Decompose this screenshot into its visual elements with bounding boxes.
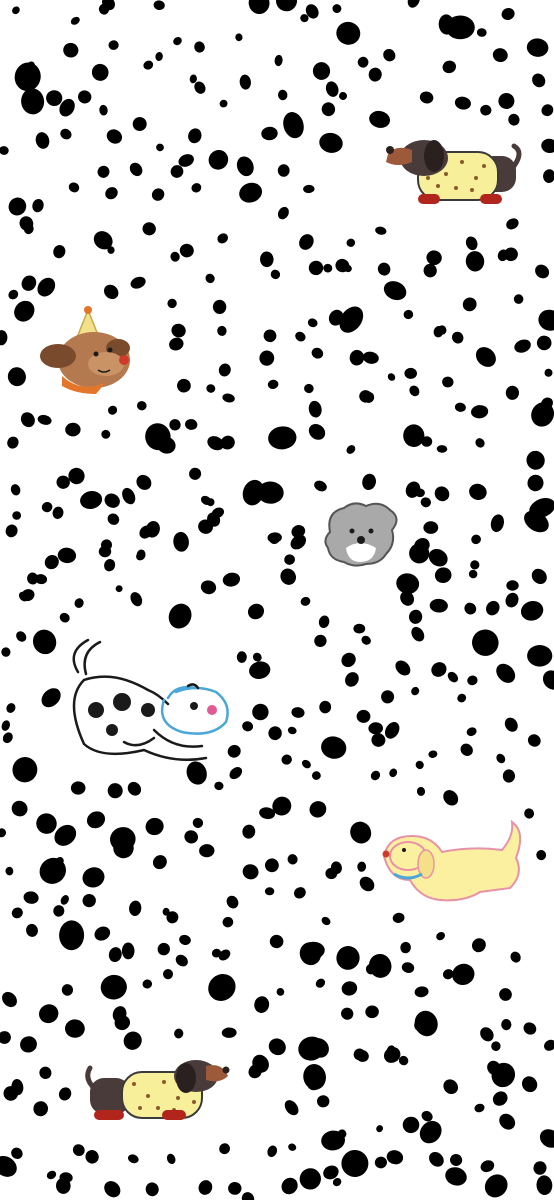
brown-puppy-with-party-hat [40,306,130,394]
dachshund-in-sweater-bottom [85,1060,230,1120]
dalmatian-puppy-outline [72,638,229,762]
golden-puppy-outline [382,819,522,902]
dachshund-in-sweater-top [386,140,522,204]
puppy-illustrations [40,140,522,1120]
grey-fluffy-puppy-face [324,502,398,567]
dalmatian-wallpaper [0,0,554,1200]
